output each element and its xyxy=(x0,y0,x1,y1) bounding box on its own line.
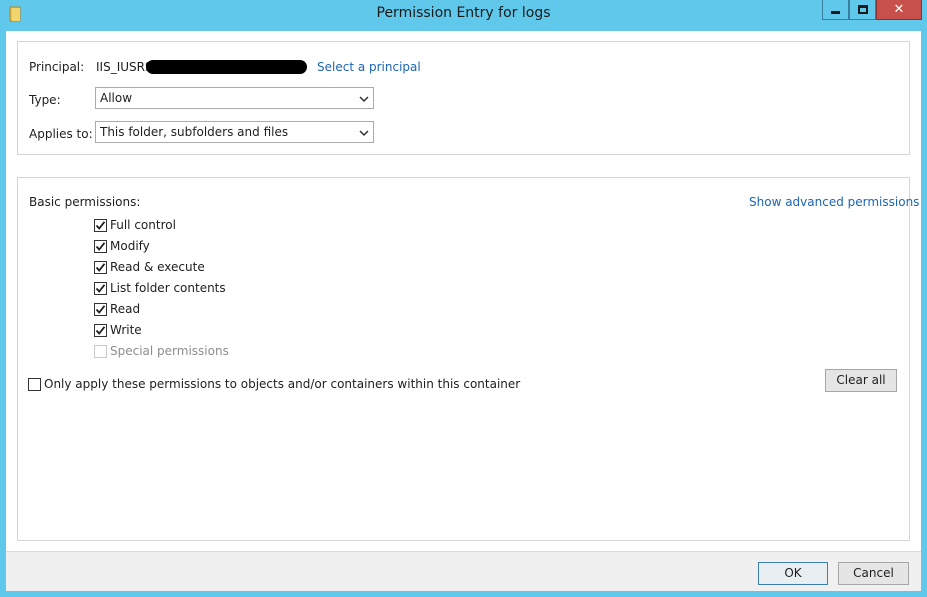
ok-button[interactable]: OK xyxy=(758,562,828,585)
title-bar[interactable]: Permission Entry for logs ✕ xyxy=(0,0,927,30)
only-apply-label: Only apply these permissions to objects … xyxy=(44,377,521,391)
checkbox-full-control[interactable] xyxy=(94,219,107,232)
principal-group: Principal: IIS_IUSRS Select a principal … xyxy=(17,41,910,155)
select-principal-link[interactable]: Select a principal xyxy=(317,60,421,74)
checkmark-icon xyxy=(95,325,106,336)
permission-entry-window: Permission Entry for logs ✕ Principal: I… xyxy=(0,0,927,597)
checkbox-read[interactable] xyxy=(94,303,107,316)
checkmark-icon xyxy=(95,262,106,273)
show-advanced-permissions-link[interactable]: Show advanced permissions xyxy=(749,195,919,209)
applies-to-label: Applies to: xyxy=(29,127,93,141)
only-apply-checkbox[interactable] xyxy=(28,378,41,391)
cancel-button[interactable]: Cancel xyxy=(838,562,909,585)
checkbox-label-write: Write xyxy=(110,323,142,337)
checkmark-icon xyxy=(95,304,106,315)
dialog-footer: OK Cancel xyxy=(6,551,921,591)
checkmark-icon xyxy=(95,283,106,294)
checkbox-list-folder-contents[interactable] xyxy=(94,282,107,295)
checkbox-label-list-folder-contents: List folder contents xyxy=(110,281,226,295)
type-label: Type: xyxy=(29,93,61,107)
maximize-button[interactable] xyxy=(849,0,876,20)
principal-label: Principal: xyxy=(29,60,85,74)
checkbox-modify[interactable] xyxy=(94,240,107,253)
dialog-body: Principal: IIS_IUSRS Select a principal … xyxy=(6,31,921,551)
permissions-group: Basic permissions: Show advanced permiss… xyxy=(17,177,919,541)
basic-permissions-heading: Basic permissions: xyxy=(29,195,141,209)
checkbox-special-permissions xyxy=(94,345,107,358)
redacted-block xyxy=(146,60,307,74)
checkbox-label-special-permissions: Special permissions xyxy=(110,344,229,358)
checkbox-label-full-control: Full control xyxy=(110,218,176,232)
window-title: Permission Entry for logs xyxy=(376,5,551,21)
checkbox-label-modify: Modify xyxy=(110,239,150,253)
type-select-value: Allow xyxy=(100,91,133,105)
checkmark-icon xyxy=(95,220,106,231)
close-icon: ✕ xyxy=(893,2,905,17)
checkbox-label-read: Read xyxy=(110,302,141,316)
close-button[interactable]: ✕ xyxy=(876,0,922,20)
clear-all-button[interactable]: Clear all xyxy=(825,369,897,392)
checkbox-read-execute[interactable] xyxy=(94,261,107,274)
checkbox-label-read-execute: Read & execute xyxy=(110,260,205,274)
checkbox-write[interactable] xyxy=(94,324,107,337)
checkmark-icon xyxy=(95,241,106,252)
chevron-down-icon xyxy=(359,93,369,103)
type-select[interactable]: Allow xyxy=(95,87,374,109)
applies-to-select[interactable]: This folder, subfolders and files xyxy=(95,121,374,143)
chevron-down-icon xyxy=(359,127,369,137)
minimize-button[interactable] xyxy=(822,0,849,20)
applies-to-select-value: This folder, subfolders and files xyxy=(100,125,289,139)
principal-value: IIS_IUSRS xyxy=(96,60,153,74)
minimize-icon xyxy=(831,11,840,14)
maximize-icon xyxy=(857,5,868,14)
